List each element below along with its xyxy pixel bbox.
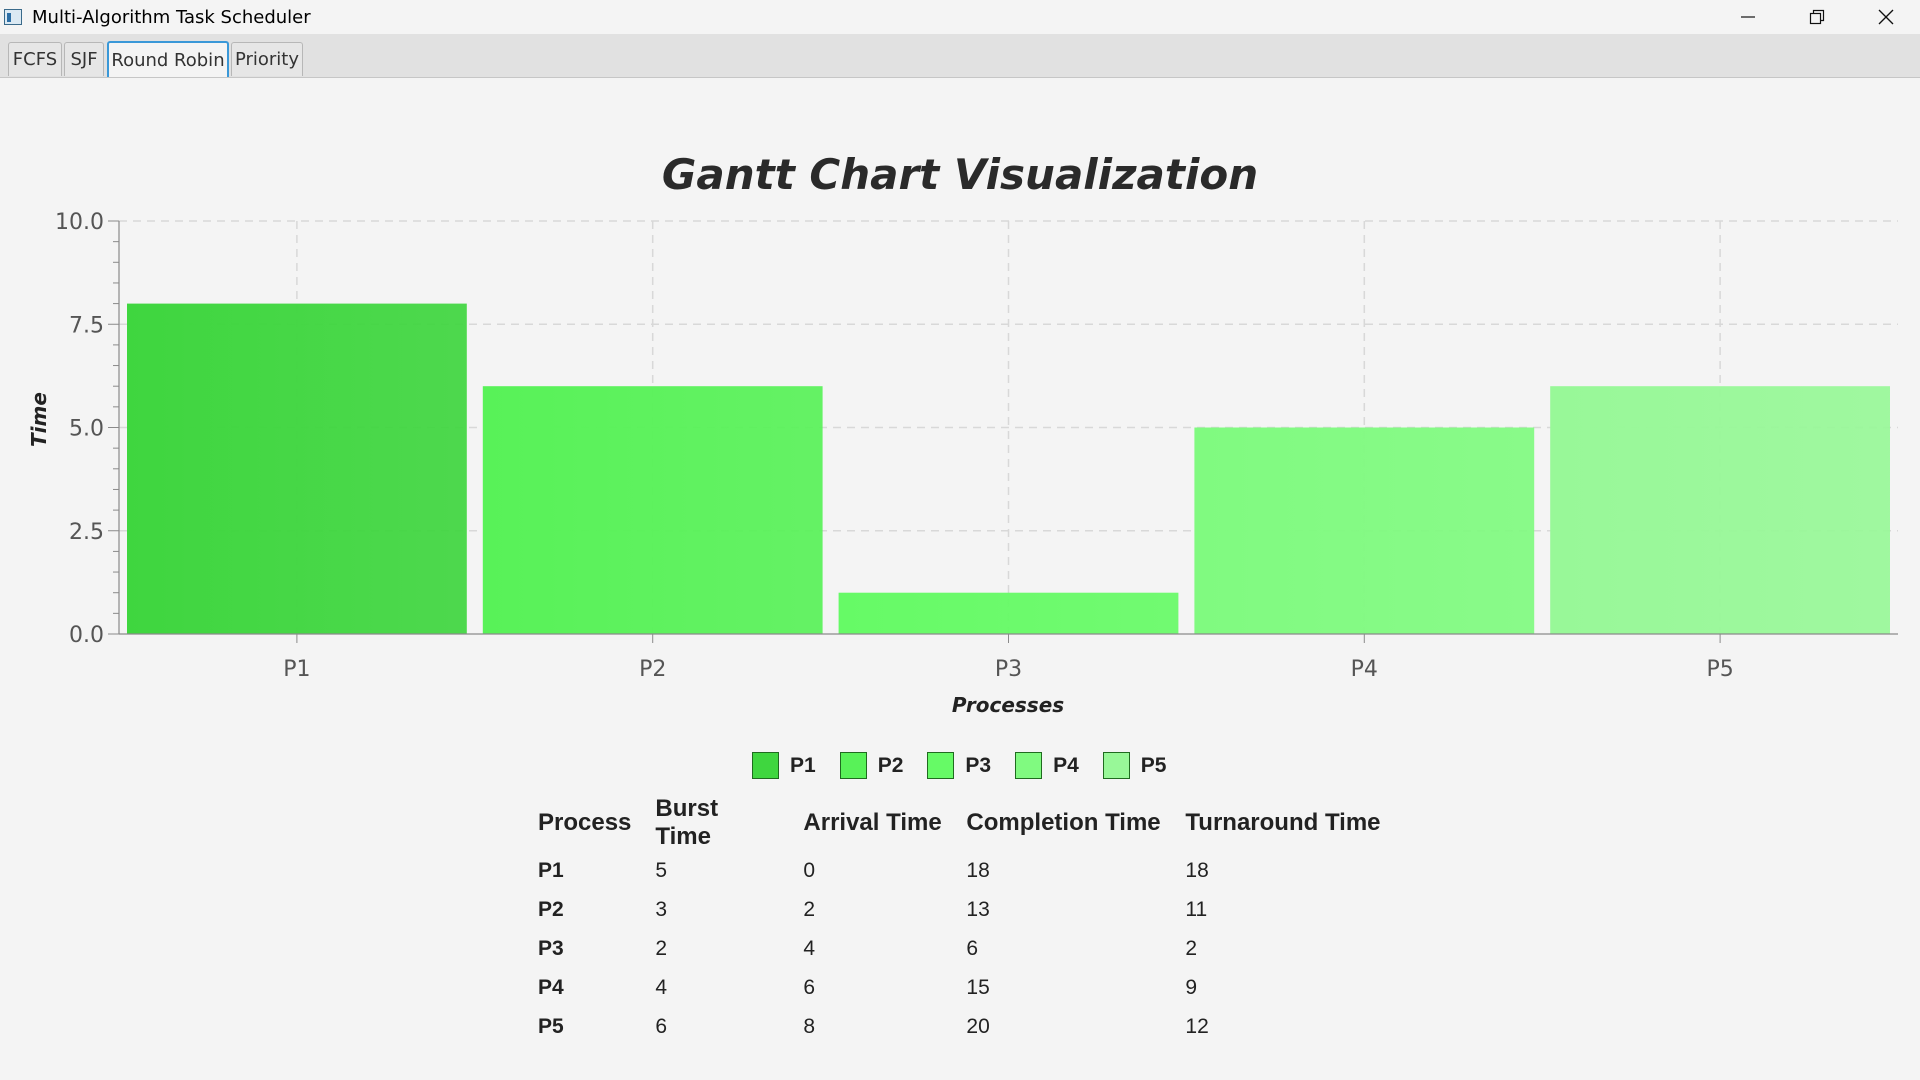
cell-turnaround-time: 18 (1185, 858, 1209, 882)
cell-turnaround-time: 2 (1185, 936, 1198, 960)
cell-process: P3 (538, 936, 564, 960)
table-row: P4 4 6 15 9 (538, 968, 1405, 1007)
cell-turnaround-time: 11 (1185, 897, 1208, 921)
bar-p2 (482, 386, 823, 634)
cell-burst-time: 6 (655, 1014, 668, 1038)
cell-process: P5 (538, 1014, 564, 1038)
y-axis-label: Time (27, 392, 51, 447)
cell-turnaround-time: 12 (1185, 1014, 1209, 1038)
column-header-burst-time: Burst Time (655, 795, 719, 850)
x-axis-label: Processes (951, 693, 1065, 717)
bar-p5 (1550, 386, 1890, 634)
cell-completion-time: 18 (966, 858, 990, 882)
legend-item-p1: P1 (752, 752, 816, 779)
column-header-completion-time: Completion Time (966, 809, 1161, 836)
cell-arrival-time: 4 (803, 936, 816, 960)
cell-process: P2 (538, 897, 564, 921)
legend-item-p4: P4 (1015, 752, 1079, 779)
y-tick-label: 0.0 (69, 623, 104, 648)
results-table: Process Burst Time Arrival Time Completi… (538, 795, 1405, 1046)
cell-burst-time: 4 (655, 975, 668, 999)
column-header-turnaround-time: Turnaround Time (1185, 809, 1381, 836)
x-tick-label: P3 (995, 657, 1022, 682)
bar-p3 (838, 592, 1179, 634)
legend-swatch (1102, 752, 1130, 779)
x-tick-label: P2 (639, 657, 666, 682)
column-header-process: Process (538, 809, 632, 836)
table-row: P3 2 4 6 2 (538, 929, 1405, 968)
y-tick-label: 2.5 (69, 520, 104, 545)
cell-process: P4 (538, 975, 564, 999)
legend-item-p3: P3 (927, 752, 991, 779)
cell-arrival-time: 6 (803, 975, 816, 999)
cell-burst-time: 5 (655, 858, 668, 882)
cell-arrival-time: 0 (803, 858, 816, 882)
cell-arrival-time: 2 (803, 897, 816, 921)
table-row: P1 5 0 18 18 (538, 851, 1405, 890)
y-tick-label: 5.0 (69, 417, 104, 442)
cell-turnaround-time: 9 (1185, 975, 1198, 999)
column-header-arrival-time: Arrival Time (803, 809, 942, 836)
legend-label: P3 (965, 753, 992, 777)
legend-label: P2 (877, 753, 904, 777)
bar-p4 (1194, 427, 1535, 634)
x-tick-label: P1 (283, 657, 310, 682)
x-tick-label: P4 (1351, 657, 1378, 682)
legend-swatch (839, 752, 867, 779)
cell-process: P1 (538, 858, 564, 882)
legend-swatch (752, 752, 779, 779)
cell-completion-time: 20 (966, 1014, 990, 1038)
legend-item-p5: P5 (1102, 752, 1167, 779)
chart-legend: P1 P2 P3 P4 P5 (752, 752, 1190, 779)
y-tick-label: 7.5 (69, 313, 104, 338)
legend-label: P1 (790, 753, 816, 777)
table-row: P2 3 2 13 11 (538, 890, 1405, 929)
legend-swatch (927, 752, 955, 779)
legend-item-p2: P2 (839, 752, 904, 779)
cell-arrival-time: 8 (803, 1014, 816, 1038)
table-row: P5 6 8 20 12 (538, 1007, 1405, 1046)
legend-label: P5 (1140, 753, 1167, 777)
legend-label: P4 (1053, 753, 1079, 777)
cell-completion-time: 6 (966, 936, 979, 960)
gantt-chart: 0.0 2.5 5.0 7.5 10.0 P1 P2 P3 P4 P5 (55, 210, 1898, 682)
cell-completion-time: 15 (966, 975, 990, 999)
y-tick-label: 10.0 (55, 210, 104, 235)
bar-p1 (127, 303, 467, 634)
cell-burst-time: 3 (655, 897, 668, 921)
cell-burst-time: 2 (655, 936, 668, 960)
table-header-row: Process Burst Time Arrival Time Completi… (538, 795, 1405, 851)
cell-completion-time: 13 (966, 897, 990, 921)
x-tick-label: P5 (1706, 657, 1733, 682)
legend-swatch (1015, 752, 1043, 779)
